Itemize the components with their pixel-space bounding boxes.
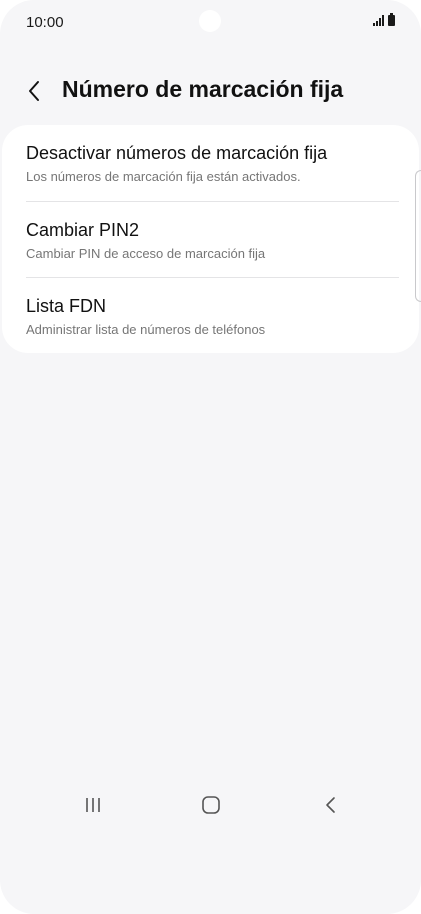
home-icon	[202, 796, 220, 814]
signal-icon	[373, 15, 384, 26]
change-pin2-item[interactable]: Cambiar PIN2 Cambiar PIN de acceso de ma…	[2, 202, 419, 278]
app-header: Número de marcación fija	[0, 66, 421, 114]
status-icons	[373, 13, 395, 26]
item-subtitle: Cambiar PIN de acceso de marcación fija	[26, 246, 266, 261]
chevron-left-icon	[29, 81, 39, 101]
back-icon	[326, 797, 335, 813]
scrollbar[interactable]	[415, 170, 421, 302]
battery-icon	[388, 13, 395, 26]
fdn-list-item[interactable]: Lista FDN Administrar lista de números d…	[2, 278, 419, 354]
page-title: Número de marcación fija	[62, 76, 344, 102]
nav-back-button[interactable]	[315, 792, 345, 818]
settings-card: Desactivar números de marcación fija Los…	[2, 125, 419, 353]
status-time: 10:00	[26, 14, 64, 31]
item-title: Cambiar PIN2	[26, 220, 140, 240]
back-button[interactable]	[20, 76, 50, 106]
item-subtitle: Administrar lista de números de teléfono…	[26, 322, 266, 337]
recent-apps-icon	[86, 798, 100, 812]
recent-apps-button[interactable]	[79, 792, 109, 818]
disable-fdn-item[interactable]: Desactivar números de marcación fija Los…	[2, 125, 419, 201]
front-camera	[199, 10, 221, 32]
status-bar: 10:00	[0, 0, 421, 46]
phone-screen: 10:00 Número de marcación fija Desactiva…	[0, 0, 421, 914]
item-title: Lista FDN	[26, 296, 107, 316]
navigation-bar	[0, 782, 421, 830]
item-title: Desactivar números de marcación fija	[26, 143, 328, 163]
item-subtitle: Los números de marcación fija están acti…	[26, 169, 301, 184]
home-button[interactable]	[196, 792, 226, 818]
